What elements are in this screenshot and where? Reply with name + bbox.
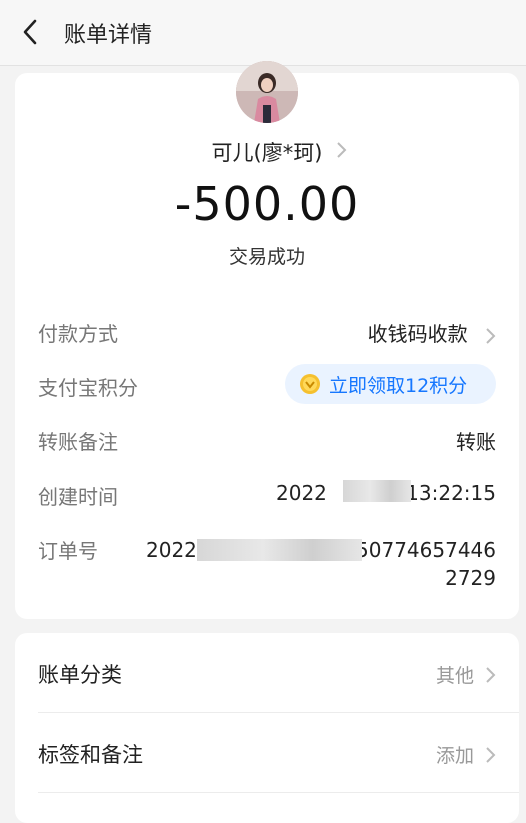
payment-method-text: 收钱码收款 bbox=[367, 322, 468, 346]
order-number-suffix: 50774657446 bbox=[356, 538, 496, 562]
chevron-right-icon bbox=[486, 327, 496, 344]
payment-method-value[interactable]: 收钱码收款 bbox=[368, 318, 496, 347]
bill-category-text: 其他 bbox=[435, 665, 474, 687]
order-number-label: 订单号 bbox=[38, 539, 98, 563]
transaction-status: 交易成功 bbox=[228, 246, 305, 268]
page-title: 账单详情 bbox=[64, 23, 153, 48]
redacted-block bbox=[197, 539, 362, 561]
created-time-suffix: 13:22:15 bbox=[406, 481, 496, 505]
bill-amount: -500.00 bbox=[174, 177, 360, 231]
divider bbox=[38, 792, 519, 793]
order-number-prefix: 2022 bbox=[146, 538, 197, 562]
bill-summary-card: 可儿(廖*珂) -500.00 交易成功 付款方式 收钱码收款 支付宝积分 立即… bbox=[15, 61, 519, 619]
bill-actions-card: 账单分类 其他 标签和备注 添加 bbox=[15, 633, 519, 823]
tags-notes-label: 标签和备注 bbox=[38, 743, 143, 767]
back-button[interactable] bbox=[12, 14, 48, 50]
bill-category-value: 其他 bbox=[436, 661, 496, 688]
redacted-block bbox=[343, 480, 411, 502]
order-number-line2: 2729 bbox=[445, 566, 496, 590]
transfer-note-label: 转账备注 bbox=[38, 430, 118, 454]
avatar-image bbox=[236, 61, 298, 123]
tags-notes-row[interactable]: 标签和备注 添加 bbox=[15, 713, 519, 791]
chevron-right-icon bbox=[337, 142, 347, 158]
chevron-right-icon bbox=[486, 746, 496, 763]
back-arrow-icon bbox=[23, 19, 37, 45]
bill-category-label: 账单分类 bbox=[38, 663, 122, 687]
avatar[interactable] bbox=[236, 61, 298, 123]
points-badge-icon bbox=[300, 374, 320, 394]
claim-points-button[interactable]: 立即领取12积分 bbox=[285, 364, 496, 404]
transfer-note-value: 转账 bbox=[456, 430, 496, 454]
chevron-right-icon bbox=[486, 666, 496, 683]
tags-notes-value: 添加 bbox=[436, 741, 496, 768]
tags-notes-text: 添加 bbox=[435, 745, 474, 767]
payee-name[interactable]: 可儿(廖*珂) bbox=[15, 137, 519, 167]
points-label: 支付宝积分 bbox=[38, 376, 138, 400]
created-time-prefix: 2022 bbox=[276, 481, 327, 505]
payment-method-label: 付款方式 bbox=[38, 322, 118, 346]
created-time-label: 创建时间 bbox=[38, 485, 118, 509]
bill-category-row[interactable]: 账单分类 其他 bbox=[15, 633, 519, 711]
claim-points-text: 立即领取12积分 bbox=[329, 374, 468, 397]
nav-header: 账单详情 bbox=[0, 0, 526, 66]
